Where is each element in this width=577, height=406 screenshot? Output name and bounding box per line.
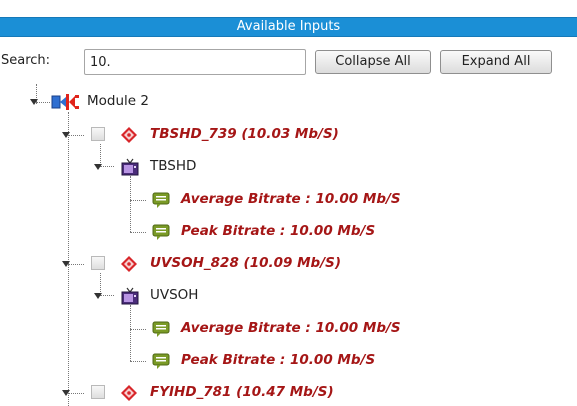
module-icon (50, 92, 86, 116)
service-label: UVSOH_828 (10.09 Mb/S) (150, 255, 342, 271)
metric-label: Average Bitrate : 10.00 Mb/S (181, 191, 401, 207)
service-checkbox[interactable] (91, 127, 105, 141)
expander-arrow-icon[interactable] (30, 99, 38, 105)
expand-all-button[interactable]: Expand All (440, 50, 552, 74)
channel-label: UVSOH (150, 287, 199, 303)
service-checkbox[interactable] (91, 256, 105, 270)
tree-node-metric[interactable]: Average Bitrate : 10.00 Mb/S (0, 317, 440, 341)
service-label: TBSHD_739 (10.03 Mb/S) (150, 126, 339, 142)
expander-arrow-icon[interactable] (62, 261, 70, 267)
service-label: FYIHD_781 (10.47 Mb/S) (150, 384, 334, 400)
comment-icon (152, 320, 170, 342)
panel-title: Available Inputs (0, 17, 577, 37)
search-row: Search: Collapse All Expand All (0, 45, 577, 75)
tree-node-metric[interactable]: Peak Bitrate : 10.00 Mb/S (0, 349, 420, 373)
expander-arrow-icon[interactable] (94, 164, 102, 170)
search-label: Search: (1, 53, 51, 68)
tree-node-service[interactable]: UVSOH_828 (10.09 Mb/S) (0, 252, 420, 276)
tree-node-module[interactable]: Module 2 (0, 90, 300, 114)
tree-node-channel[interactable]: UVSOH (0, 284, 300, 308)
expander-arrow-icon[interactable] (62, 390, 70, 396)
metric-label: Peak Bitrate : 10.00 Mb/S (181, 352, 376, 368)
module-label: Module 2 (87, 93, 149, 109)
comment-icon (152, 223, 170, 245)
search-input[interactable] (84, 49, 306, 75)
collapse-all-button[interactable]: Collapse All (315, 50, 431, 74)
expander-arrow-icon[interactable] (94, 293, 102, 299)
available-inputs-panel: Available Inputs Search: Collapse All Ex… (0, 0, 577, 406)
service-tag-icon (120, 126, 138, 148)
service-tag-icon (120, 384, 138, 406)
expander-arrow-icon[interactable] (62, 132, 70, 138)
tree-node-metric[interactable]: Average Bitrate : 10.00 Mb/S (0, 188, 440, 212)
metric-label: Average Bitrate : 10.00 Mb/S (181, 320, 401, 336)
tree-node-service[interactable]: TBSHD_739 (10.03 Mb/S) (0, 123, 420, 147)
tv-icon (121, 158, 139, 180)
comment-icon (152, 352, 170, 374)
tree-node-metric[interactable]: Peak Bitrate : 10.00 Mb/S (0, 220, 420, 244)
channel-label: TBSHD (150, 158, 197, 174)
comment-icon (152, 191, 170, 213)
tree-node-service[interactable]: FYIHD_781 (10.47 Mb/S) (0, 381, 420, 405)
service-tag-icon (120, 255, 138, 277)
metric-label: Peak Bitrate : 10.00 Mb/S (181, 223, 376, 239)
service-checkbox[interactable] (91, 385, 105, 399)
input-tree: Module 2 TBSHD_739 (10.03 Mb/S) TBSHD Av… (0, 84, 577, 406)
tv-icon (121, 287, 139, 309)
tree-node-channel[interactable]: TBSHD (0, 155, 300, 179)
